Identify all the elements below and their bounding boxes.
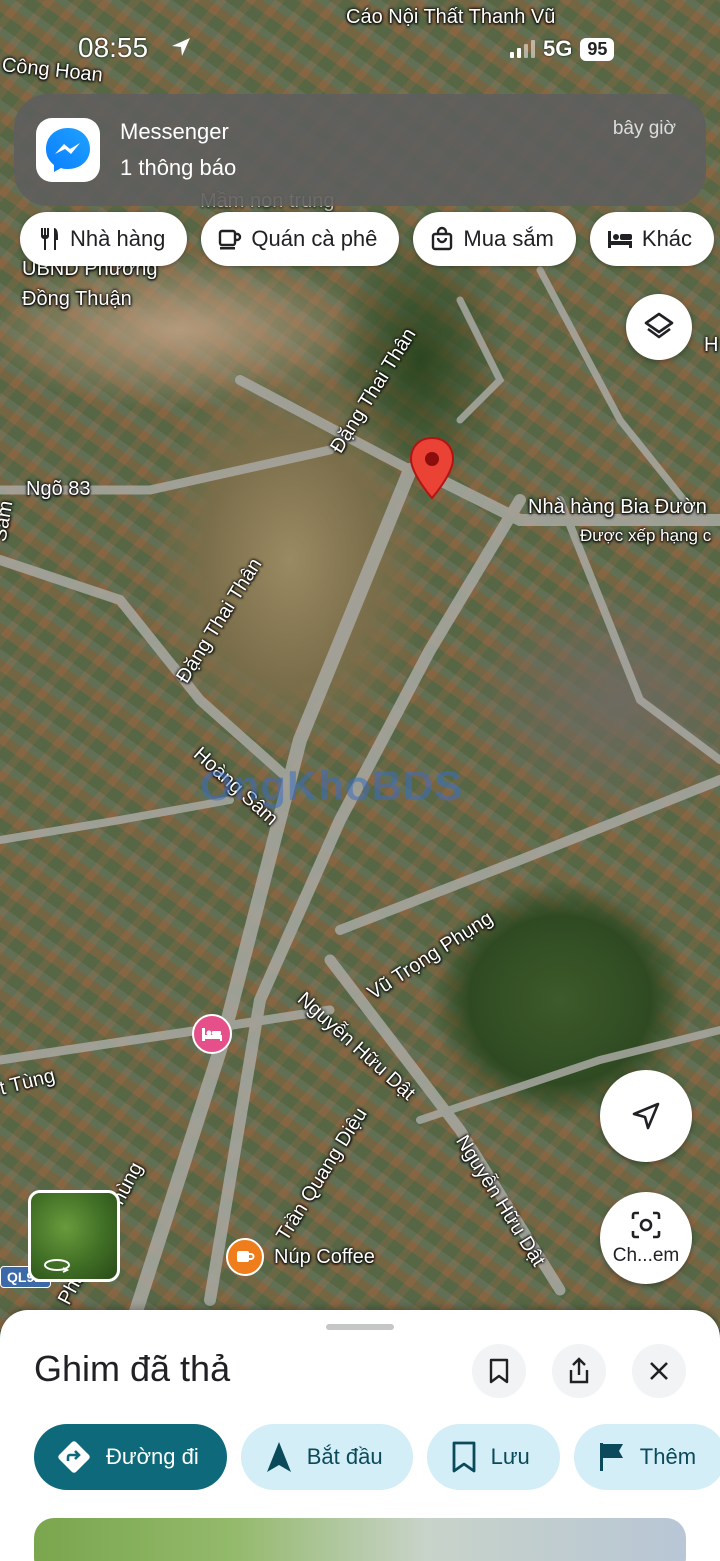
- navigation-arrow-icon: [266, 1442, 291, 1472]
- chip-shopping[interactable]: Mua sắm: [413, 212, 576, 266]
- location-arrow-icon: [172, 38, 190, 56]
- close-icon: [650, 1362, 668, 1380]
- poi-label-rating: Được xếp hạng c: [580, 526, 712, 545]
- bed-icon: [202, 1028, 222, 1041]
- directions-icon: [58, 1441, 90, 1473]
- network-type: 5G: [543, 36, 573, 61]
- share-icon: [569, 1357, 589, 1384]
- bookmark-icon: [489, 1358, 509, 1384]
- navigation-arrow-icon: [632, 1102, 660, 1130]
- action-buttons-row: Đường đi Bắt đầu Lưu Thêm: [34, 1424, 720, 1490]
- category-chips: Nhà hàng Quán cà phê Mua sắm Khác: [20, 212, 715, 266]
- coffee-marker[interactable]: [226, 1238, 264, 1276]
- sheet-drag-handle[interactable]: [326, 1324, 394, 1330]
- coffee-cup-icon: [237, 1251, 255, 1262]
- close-button[interactable]: [632, 1344, 686, 1398]
- layers-icon: [644, 312, 674, 339]
- my-location-button[interactable]: [600, 1070, 692, 1162]
- camera-lens-icon: [631, 1211, 661, 1239]
- chip-restaurants[interactable]: Nhà hàng: [20, 212, 188, 266]
- rotate-360-icon: [44, 1259, 70, 1273]
- status-time: 08:55: [78, 32, 149, 63]
- add-label-label: Thêm: [639, 1444, 697, 1469]
- chip-label: Nhà hàng: [70, 226, 166, 251]
- coffee-icon: [219, 229, 242, 250]
- place-bottom-sheet[interactable]: Ghim đã thả Đường đi Bắt đầu Lưu Thêm: [0, 1310, 720, 1561]
- chip-label: Khác: [641, 226, 693, 251]
- dropped-pin-marker[interactable]: [408, 436, 456, 500]
- directions-button[interactable]: Đường đi: [34, 1424, 227, 1490]
- lens-button-label: Ch...em: [612, 1245, 680, 1266]
- add-label-button[interactable]: Thêm: [573, 1424, 720, 1490]
- poi-label-nup-coffee[interactable]: Núp Coffee: [274, 1246, 375, 1269]
- notification-app-name: Messenger: [120, 119, 229, 144]
- notification-time: bây giờ: [612, 118, 676, 139]
- start-button[interactable]: Bắt đầu: [240, 1424, 413, 1490]
- directions-label: Đường đi: [106, 1444, 199, 1469]
- poi-label-ubnd-line2: Đồng Thuận: [22, 288, 132, 310]
- street-label-ngo-83: Ngõ 83: [26, 478, 91, 500]
- poi-label-h: H: [704, 334, 719, 356]
- hotel-marker[interactable]: [192, 1014, 232, 1054]
- bookmark-icon: [452, 1441, 475, 1473]
- shopping-bag-icon: [432, 226, 453, 251]
- chip-label: Mua sắm: [463, 226, 554, 251]
- signal-icon: [510, 40, 535, 58]
- street-view-thumbnail[interactable]: [28, 1190, 120, 1282]
- flag-icon: [599, 1443, 623, 1471]
- share-button[interactable]: [552, 1344, 606, 1398]
- start-label: Bắt đầu: [306, 1444, 383, 1469]
- watermark: OngKhoBDS: [200, 762, 464, 809]
- sheet-title: Ghim đã thả: [34, 1348, 231, 1389]
- restaurant-icon: [41, 228, 58, 250]
- save-icon-button[interactable]: [472, 1344, 526, 1398]
- save-label: Lưu: [490, 1444, 530, 1469]
- hotel-icon: [607, 231, 632, 248]
- chip-coffee[interactable]: Quán cà phê: [201, 212, 400, 266]
- poi-label-nha-hang-bia[interactable]: Nhà hàng Bia Đườn: [528, 496, 707, 519]
- place-photos[interactable]: [34, 1518, 686, 1561]
- messenger-notification[interactable]: Messenger 1 thông báo bây giờ: [14, 94, 706, 206]
- chip-hotels[interactable]: Khác: [589, 212, 715, 266]
- layers-button[interactable]: [626, 294, 692, 360]
- messenger-icon: [36, 118, 100, 182]
- business-label-noi-that[interactable]: Cáo Nội Thất Thanh Vũ: [346, 6, 555, 29]
- save-button[interactable]: Lưu: [426, 1424, 560, 1490]
- notification-body: 1 thông báo: [120, 155, 237, 180]
- battery-level: 95: [580, 37, 615, 61]
- status-indicators: 5G 95: [510, 36, 615, 62]
- lens-button[interactable]: Ch...em: [600, 1192, 692, 1284]
- chip-label: Quán cà phê: [251, 226, 378, 251]
